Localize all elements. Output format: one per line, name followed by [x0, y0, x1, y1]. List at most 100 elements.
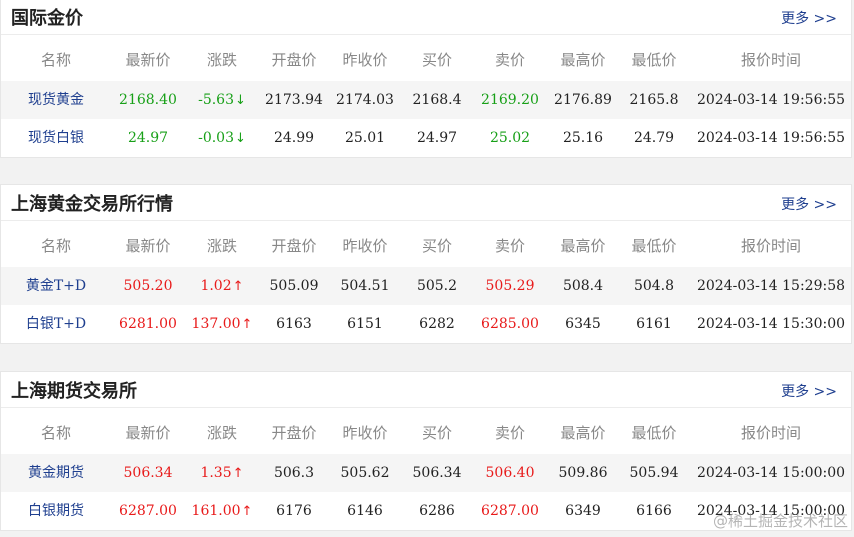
prev-close-price: 2174.03 — [336, 92, 394, 108]
open-price: 6176 — [276, 503, 312, 519]
ask-price: 25.02 — [489, 130, 531, 146]
section-shfe-futures: 上海期货交易所 更多 >> 名称 最新价 涨跌 开盘价 昨收价 买价 卖价 最高… — [0, 371, 852, 531]
price-change: 1.02↑ — [200, 278, 244, 294]
watermark: @稀土掘金技术社区 — [712, 512, 848, 530]
col-header-time: 报价时间 — [740, 237, 801, 255]
table-row: 黄金T+D 505.20 1.02↑ 505.09 504.51 505.2 5… — [1, 267, 851, 305]
col-header-high: 最高价 — [560, 424, 606, 442]
instrument-name-link[interactable]: 现货白银 — [1, 119, 111, 157]
open-price: 6163 — [276, 316, 312, 332]
col-header-time: 报价时间 — [740, 51, 801, 69]
prev-close-price: 25.01 — [344, 130, 386, 146]
col-header-latest: 最新价 — [125, 237, 171, 255]
more-link[interactable]: 更多 >> — [781, 8, 837, 28]
col-header-open: 开盘价 — [271, 237, 317, 255]
bid-price: 24.97 — [416, 130, 458, 146]
low-price: 6161 — [636, 316, 672, 332]
col-header-prev-close: 昨收价 — [342, 51, 388, 69]
section-title: 上海黄金交易所行情 — [11, 194, 173, 215]
price-change: -0.03↓ — [198, 130, 246, 146]
table-header-row: 名称 最新价 涨跌 开盘价 昨收价 买价 卖价 最高价 最低价 报价时间 — [1, 41, 851, 79]
section-header: 上海黄金交易所行情 更多 >> — [1, 185, 851, 221]
col-header-time: 报价时间 — [740, 424, 801, 442]
latest-price: 505.20 — [123, 278, 173, 294]
arrow-up-icon: ↑ — [241, 317, 253, 332]
open-price: 505.09 — [269, 278, 319, 294]
more-link[interactable]: 更多 >> — [781, 194, 837, 214]
col-header-bid: 买价 — [421, 424, 452, 442]
open-price: 24.99 — [273, 130, 315, 146]
bid-price: 6286 — [419, 503, 455, 519]
high-price: 6345 — [565, 316, 601, 332]
low-price: 24.79 — [633, 130, 675, 146]
arrow-down-icon: ↓ — [235, 93, 246, 108]
table-header-row: 名称 最新价 涨跌 开盘价 昨收价 买价 卖价 最高价 最低价 报价时间 — [1, 227, 851, 265]
high-price: 508.4 — [562, 278, 604, 294]
col-header-open: 开盘价 — [271, 424, 317, 442]
table-row: 白银T+D 6281.00 137.00↑ 6163 6151 6282 628… — [1, 305, 851, 343]
col-header-open: 开盘价 — [271, 51, 317, 69]
instrument-name-link[interactable]: 现货黄金 — [1, 81, 111, 119]
prev-close-price: 505.62 — [340, 465, 390, 481]
instrument-name-link[interactable]: 白银T+D — [1, 305, 111, 343]
instrument-name-link[interactable]: 黄金T+D — [1, 267, 111, 305]
price-change: -5.63↓ — [198, 92, 246, 108]
latest-price: 2168.40 — [119, 92, 177, 108]
bid-price: 506.34 — [412, 465, 462, 481]
high-price: 6349 — [565, 503, 601, 519]
low-price: 505.94 — [629, 465, 679, 481]
quote-time: 2024-03-14 15:30:00 — [696, 316, 846, 332]
col-header-change: 涨跌 — [206, 237, 237, 255]
table-header-row: 名称 最新价 涨跌 开盘价 昨收价 买价 卖价 最高价 最低价 报价时间 — [1, 414, 851, 452]
price-change: 1.35↑ — [200, 465, 244, 481]
bid-price: 6282 — [419, 316, 455, 332]
ask-price: 2169.20 — [481, 92, 539, 108]
table-row: 现货黄金 2168.40 -5.63↓ 2173.94 2174.03 2168… — [1, 81, 851, 119]
price-change: 137.00↑ — [191, 316, 253, 332]
col-header-ask: 卖价 — [494, 237, 525, 255]
ask-price: 6285.00 — [481, 316, 539, 332]
quote-time: 2024-03-14 15:29:58 — [696, 278, 846, 294]
section-sge-quotes: 上海黄金交易所行情 更多 >> 名称 最新价 涨跌 开盘价 昨收价 买价 卖价 … — [0, 184, 852, 344]
latest-price: 6281.00 — [119, 316, 177, 332]
col-header-low: 最低价 — [631, 424, 677, 442]
section-international-gold: 国际金价 更多 >> 名称 最新价 涨跌 开盘价 昨收价 买价 卖价 最高价 最… — [0, 0, 852, 158]
col-header-change: 涨跌 — [206, 51, 237, 69]
ask-price: 6287.00 — [481, 503, 539, 519]
high-price: 509.86 — [558, 465, 608, 481]
col-header-low: 最低价 — [631, 51, 677, 69]
col-header-latest: 最新价 — [125, 424, 171, 442]
col-header-change: 涨跌 — [206, 424, 237, 442]
bid-price: 2168.4 — [412, 92, 462, 108]
instrument-name-link[interactable]: 白银期货 — [1, 492, 111, 530]
arrow-up-icon: ↑ — [232, 466, 244, 481]
quote-time: 2024-03-14 19:56:55 — [696, 130, 846, 146]
section-header: 上海期货交易所 更多 >> — [1, 372, 851, 408]
col-header-bid: 买价 — [421, 237, 452, 255]
low-price: 2165.8 — [629, 92, 679, 108]
col-header-latest: 最新价 — [125, 51, 171, 69]
more-link[interactable]: 更多 >> — [781, 381, 837, 401]
prev-close-price: 6151 — [347, 316, 383, 332]
section-title: 上海期货交易所 — [11, 381, 137, 402]
bid-price: 505.2 — [416, 278, 458, 294]
ask-price: 505.29 — [485, 278, 535, 294]
price-change: 161.00↑ — [191, 503, 253, 519]
quote-time: 2024-03-14 15:00:00 — [696, 465, 846, 481]
low-price: 6166 — [636, 503, 672, 519]
col-header-name: 名称 — [40, 51, 71, 69]
col-header-name: 名称 — [40, 237, 71, 255]
low-price: 504.8 — [633, 278, 675, 294]
col-header-prev-close: 昨收价 — [342, 237, 388, 255]
arrow-up-icon: ↑ — [232, 279, 244, 294]
high-price: 25.16 — [562, 130, 604, 146]
latest-price: 6287.00 — [119, 503, 177, 519]
col-header-bid: 买价 — [421, 51, 452, 69]
col-header-name: 名称 — [40, 424, 71, 442]
arrow-down-icon: ↓ — [235, 131, 246, 146]
open-price: 506.3 — [273, 465, 315, 481]
table-row: 现货白银 24.97 -0.03↓ 24.99 25.01 24.97 25.0… — [1, 119, 851, 157]
table-row: 黄金期货 506.34 1.35↑ 506.3 505.62 506.34 50… — [1, 454, 851, 492]
col-header-high: 最高价 — [560, 51, 606, 69]
instrument-name-link[interactable]: 黄金期货 — [1, 454, 111, 492]
